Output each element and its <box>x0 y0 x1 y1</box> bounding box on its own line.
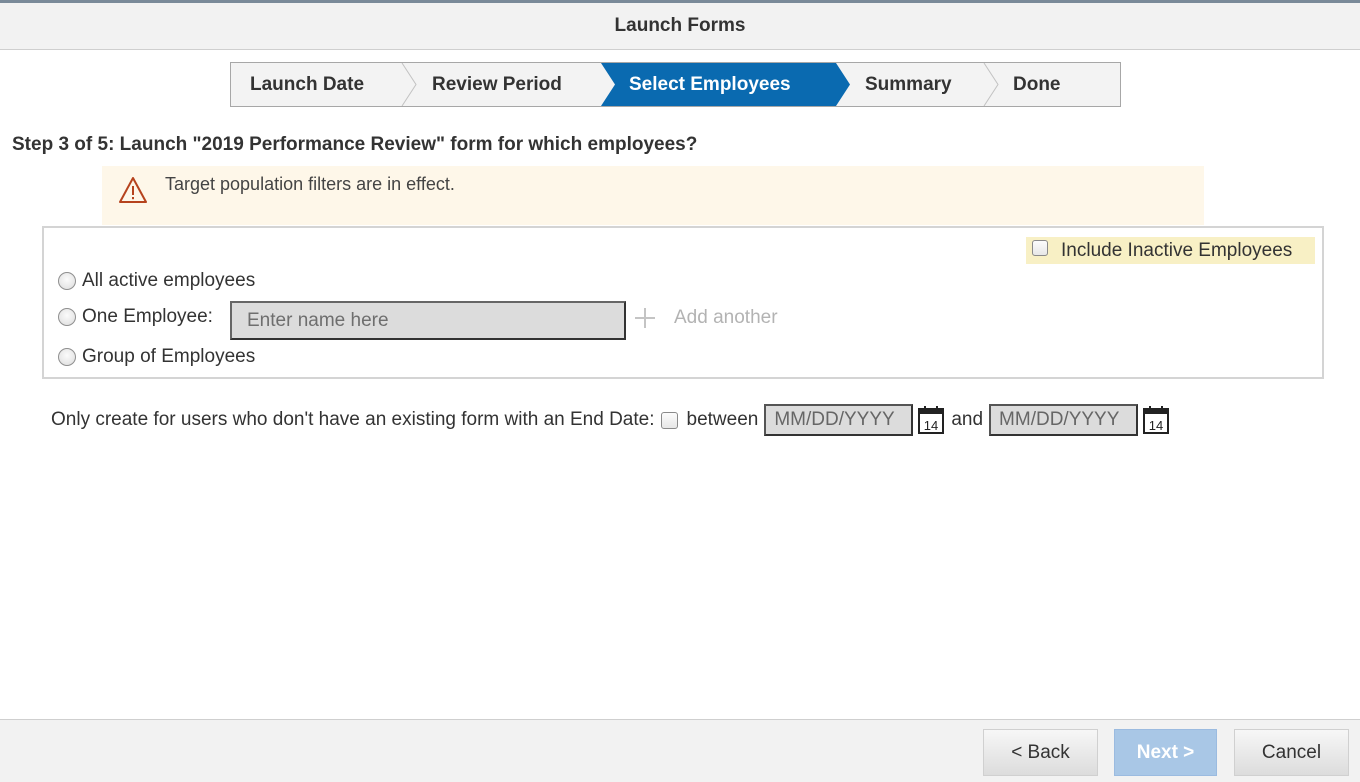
radio-button[interactable] <box>58 348 76 366</box>
wizard-step-label: Summary <box>865 73 952 95</box>
radio-label-all-active[interactable]: All active employees <box>82 270 255 292</box>
radio-button[interactable] <box>58 308 76 326</box>
employee-selection-panel: Include Inactive Employees All active em… <box>42 226 1324 379</box>
from-date-input[interactable] <box>764 404 914 436</box>
add-another-button[interactable]: Add another <box>634 307 778 329</box>
chevron-right-icon <box>983 63 999 106</box>
cancel-button[interactable]: Cancel <box>1234 729 1349 776</box>
employee-name-input[interactable] <box>230 301 626 340</box>
radio-one-employee[interactable]: One Employee: <box>58 306 213 328</box>
dialog-footer: < Back Next > Cancel <box>0 719 1360 782</box>
radio-all-active[interactable]: All active employees <box>58 270 255 292</box>
step-heading: Step 3 of 5: Launch "2019 Performance Re… <box>12 134 698 155</box>
end-date-filter: Only create for users who don't have an … <box>51 404 1170 436</box>
wizard-step-label: Select Employees <box>629 73 791 95</box>
radio-button[interactable] <box>58 272 76 290</box>
wizard-step-summary[interactable]: Summary <box>834 63 999 106</box>
add-another-label: Add another <box>674 307 778 328</box>
calendar-day: 14 <box>1149 418 1163 433</box>
wizard-step-label: Review Period <box>432 73 562 95</box>
end-date-filter-checkbox[interactable] <box>660 411 678 429</box>
wizard-steps: Launch Date Review Period Select Employe… <box>230 62 1121 107</box>
warning-triangle-icon <box>119 177 147 203</box>
launch-forms-dialog: Launch Forms Launch Date Review Period S… <box>0 0 1360 782</box>
wizard-step-label: Done <box>1013 73 1061 95</box>
plus-icon <box>634 307 656 329</box>
wizard-step-label: Launch Date <box>250 73 365 95</box>
dialog-title: Launch Forms <box>614 15 746 36</box>
warning-text: Target population filters are in effect. <box>165 174 455 194</box>
wizard-step-done[interactable]: Done <box>985 63 1120 106</box>
warning-banner: Target population filters are in effect. <box>102 166 1204 225</box>
chevron-right-icon <box>401 63 417 106</box>
end-date-filter-label: Only create for users who don't have an … <box>51 409 655 430</box>
radio-label-group[interactable]: Group of Employees <box>82 346 255 368</box>
wizard-step-review-period[interactable]: Review Period <box>403 63 601 106</box>
calendar-icon[interactable]: 14 <box>917 405 945 435</box>
radio-label-one-employee[interactable]: One Employee: <box>82 306 213 328</box>
back-button[interactable]: < Back <box>983 729 1098 776</box>
calendar-icon[interactable]: 14 <box>1142 405 1170 435</box>
between-label: between <box>686 409 759 430</box>
to-date-input[interactable] <box>989 404 1139 436</box>
wizard-step-launch-date[interactable]: Launch Date <box>231 63 417 106</box>
include-inactive-option[interactable]: Include Inactive Employees <box>1026 237 1315 264</box>
calendar-day: 14 <box>924 418 938 433</box>
include-inactive-label[interactable]: Include Inactive Employees <box>1061 240 1292 262</box>
dialog-header: Launch Forms <box>0 3 1360 50</box>
radio-group-of-employees[interactable]: Group of Employees <box>58 346 255 368</box>
next-button[interactable]: Next > <box>1114 729 1217 776</box>
include-inactive-checkbox[interactable] <box>1032 240 1048 256</box>
and-label: and <box>951 409 984 430</box>
